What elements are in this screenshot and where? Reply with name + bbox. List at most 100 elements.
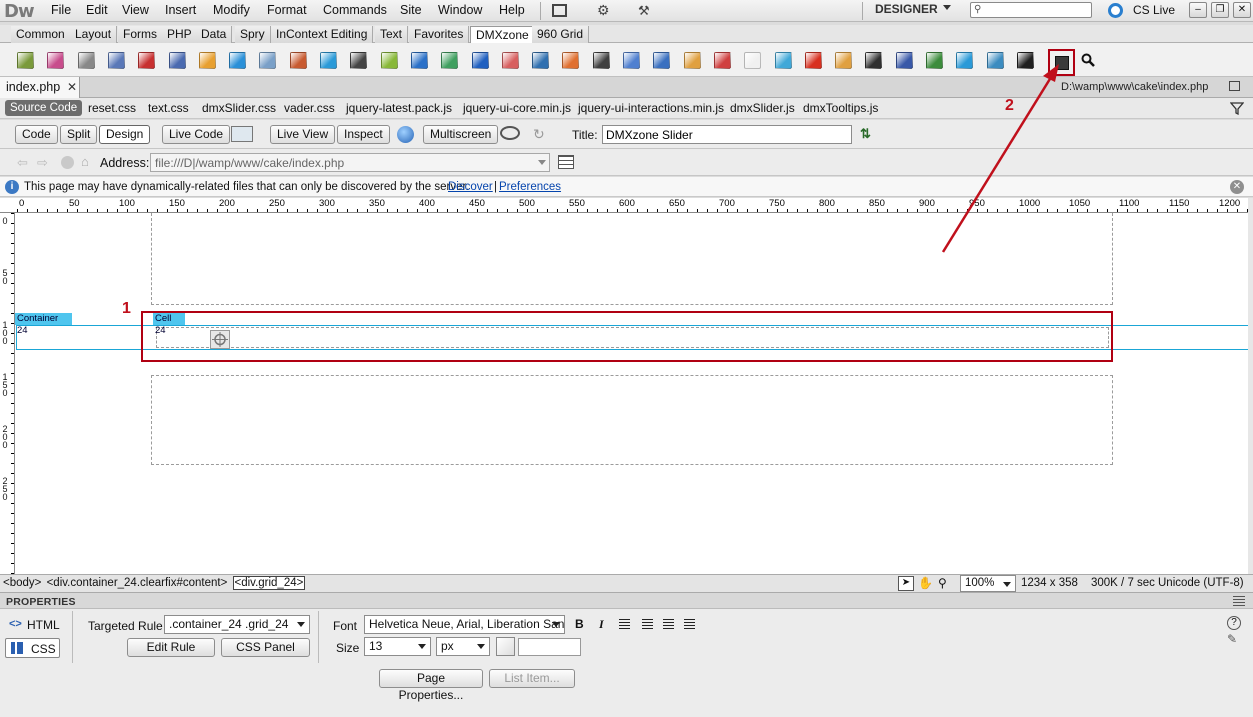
insert-tool-icon[interactable]: [350, 52, 368, 69]
quick-tag-editor-icon[interactable]: ✎: [1227, 632, 1237, 646]
browse-options-icon[interactable]: [558, 155, 574, 169]
insert-tool-icon[interactable]: [744, 52, 762, 69]
gear-icon[interactable]: ⚙: [597, 2, 610, 19]
menu-site[interactable]: Site: [400, 3, 422, 17]
tab-favorites[interactable]: Favorites: [409, 26, 470, 43]
insert-tool-icon[interactable]: [562, 52, 580, 69]
tab-common[interactable]: Common: [11, 26, 71, 43]
related-file[interactable]: dmxSlider.css: [202, 101, 276, 115]
insert-tool-icon[interactable]: [623, 52, 640, 69]
grid-block-bottom[interactable]: [151, 375, 1113, 465]
related-file[interactable]: reset.css: [88, 101, 136, 115]
insert-tool-icon[interactable]: [865, 52, 883, 69]
zoom-tool-icon[interactable]: ⚲: [938, 576, 947, 590]
inspect-button[interactable]: Inspect: [337, 125, 390, 144]
align-left-icon[interactable]: [619, 619, 630, 629]
menu-view[interactable]: View: [122, 3, 149, 17]
insert-tool-icon[interactable]: [713, 52, 731, 69]
css-panel-button[interactable]: CSS Panel: [221, 638, 310, 657]
minimize-button[interactable]: –: [1189, 2, 1207, 18]
stop-icon[interactable]: [61, 156, 74, 169]
edit-rule-button[interactable]: Edit Rule: [127, 638, 215, 657]
tab-forms[interactable]: Forms: [118, 26, 163, 43]
tab-dmxzone[interactable]: DMXzone: [470, 26, 535, 43]
list-item-button[interactable]: List Item...: [489, 669, 575, 688]
cs-live-label[interactable]: CS Live: [1133, 3, 1175, 17]
hand-tool-icon[interactable]: ✋: [918, 576, 933, 590]
tab-spry[interactable]: Spry: [235, 26, 271, 43]
tab-layout[interactable]: Layout: [70, 26, 118, 43]
insert-tool-icon[interactable]: [683, 52, 701, 69]
font-select[interactable]: Helvetica Neue, Arial, Liberation Sans: [364, 615, 565, 634]
refresh-icon[interactable]: ↻: [533, 126, 545, 143]
vertical-scrollbar[interactable]: [1248, 198, 1253, 574]
insert-tool-icon[interactable]: [895, 52, 913, 69]
menu-modify[interactable]: Modify: [213, 3, 250, 17]
chevron-down-icon[interactable]: [538, 160, 546, 165]
insert-tool-icon[interactable]: [77, 52, 95, 69]
italic-button[interactable]: I: [599, 617, 604, 632]
insert-tool-icon[interactable]: [774, 52, 792, 69]
live-view-button[interactable]: Live View: [270, 125, 336, 144]
css-tab[interactable]: CSS: [5, 638, 60, 658]
help-search-input[interactable]: ⚲: [970, 2, 1092, 18]
unit-select[interactable]: px: [436, 637, 490, 656]
related-file[interactable]: vader.css: [284, 101, 335, 115]
insert-tool-icon[interactable]: [592, 52, 610, 69]
forward-icon[interactable]: ⇨: [37, 155, 48, 171]
panel-menu-icon[interactable]: [1233, 596, 1245, 606]
zoom-select[interactable]: 100%: [960, 575, 1016, 592]
multiscreen-button[interactable]: Multiscreen: [423, 125, 499, 144]
close-icon[interactable]: ✕: [67, 80, 77, 94]
site-manager-icon[interactable]: ⚒: [638, 3, 650, 19]
workspace-switcher[interactable]: DESIGNER: [875, 2, 938, 16]
insert-tool-icon[interactable]: [532, 52, 550, 69]
live-code-button[interactable]: Live Code: [162, 125, 231, 144]
html-tab[interactable]: HTML: [27, 618, 60, 632]
discover-link[interactable]: Discover: [448, 181, 493, 193]
align-center-icon[interactable]: [642, 619, 653, 629]
filter-icon[interactable]: [1229, 101, 1245, 116]
help-icon[interactable]: ?: [1227, 616, 1241, 630]
restore-button[interactable]: ❐: [1211, 2, 1229, 18]
insert-tool-icon[interactable]: [229, 52, 247, 69]
related-file[interactable]: jquery-ui-interactions.min.js: [578, 101, 724, 115]
menu-edit[interactable]: Edit: [86, 3, 108, 17]
align-justify-icon[interactable]: [684, 619, 695, 629]
color-picker-button[interactable]: [496, 637, 515, 656]
check-browser-icon[interactable]: [231, 126, 253, 142]
insert-tool-icon[interactable]: [198, 52, 216, 69]
menu-commands[interactable]: Commands: [323, 3, 387, 17]
menu-help[interactable]: Help: [499, 3, 525, 17]
title-input[interactable]: [602, 125, 852, 144]
related-file[interactable]: dmxSlider.js: [730, 101, 795, 115]
related-file[interactable]: text.css: [148, 101, 189, 115]
tag-div-container[interactable]: <div.container_24.clearfix#content>: [47, 577, 228, 589]
code-view-button[interactable]: Code: [15, 125, 58, 144]
split-view-button[interactable]: Split: [60, 125, 98, 144]
cs-live-icon[interactable]: [1108, 3, 1123, 18]
tag-div-grid[interactable]: <div.grid_24>: [232, 576, 306, 590]
insert-tool-icon[interactable]: [289, 52, 307, 69]
magnifier-icon[interactable]: [1081, 53, 1095, 67]
insert-tool-icon[interactable]: [441, 52, 459, 69]
back-icon[interactable]: ⇦: [17, 155, 28, 171]
related-file[interactable]: jquery-latest.pack.js: [346, 101, 452, 115]
insert-tool-icon[interactable]: [168, 52, 186, 69]
insert-tool-icon[interactable]: [835, 52, 853, 69]
insert-tool-icon[interactable]: [804, 52, 822, 69]
insert-tool-icon[interactable]: [410, 52, 428, 69]
tag-body[interactable]: <body>: [3, 577, 41, 589]
tab-960-grid[interactable]: 960 Grid: [532, 26, 590, 43]
size-select[interactable]: 13: [364, 637, 431, 656]
window-size[interactable]: 1234 x 358: [1021, 577, 1078, 589]
color-value-input[interactable]: [518, 638, 581, 656]
properties-header[interactable]: PROPERTIES: [0, 592, 1253, 609]
align-right-icon[interactable]: [663, 619, 674, 629]
tab-data[interactable]: Data: [196, 26, 233, 43]
menu-window[interactable]: Window: [438, 3, 482, 17]
menu-file[interactable]: File: [51, 3, 71, 17]
select-tool-icon[interactable]: ➤: [898, 576, 914, 591]
file-management-icon[interactable]: ⇅: [860, 126, 871, 142]
close-icon[interactable]: ✕: [1230, 180, 1244, 194]
